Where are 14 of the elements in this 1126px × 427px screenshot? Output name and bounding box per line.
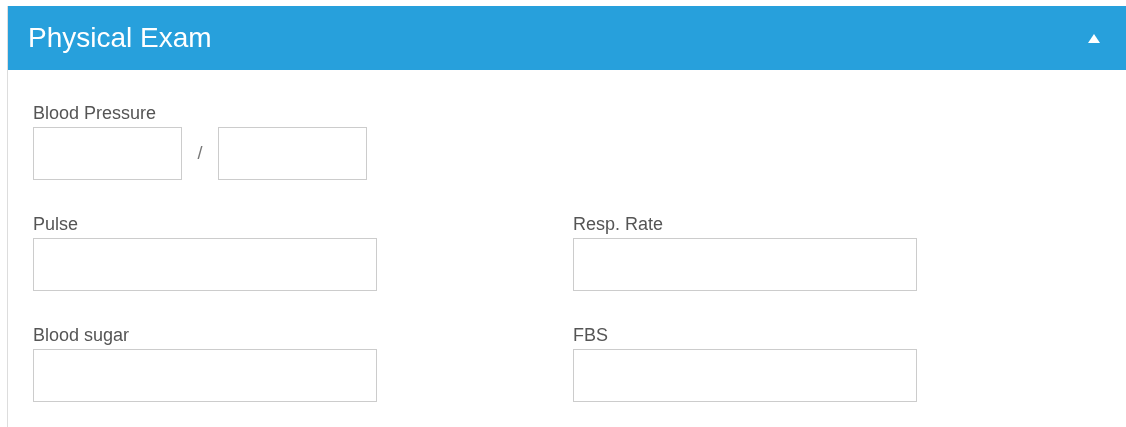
field-label: Pulse [33, 213, 80, 235]
input-field[interactable] [33, 349, 377, 402]
diastolic-field[interactable] [218, 127, 367, 180]
field-label: Blood Pressure [33, 102, 158, 124]
input-field[interactable] [573, 349, 917, 402]
input-field[interactable] [573, 238, 917, 291]
collapse-icon[interactable] [1088, 33, 1100, 43]
systolic-field[interactable] [33, 127, 182, 180]
field-label: FBS [573, 324, 609, 346]
separator: / [196, 143, 204, 164]
input-field[interactable] [33, 238, 377, 291]
field-label: Blood sugar [33, 324, 131, 346]
panel-title: Physical Exam [28, 22, 212, 54]
field-label: Resp. Rate [573, 213, 665, 235]
